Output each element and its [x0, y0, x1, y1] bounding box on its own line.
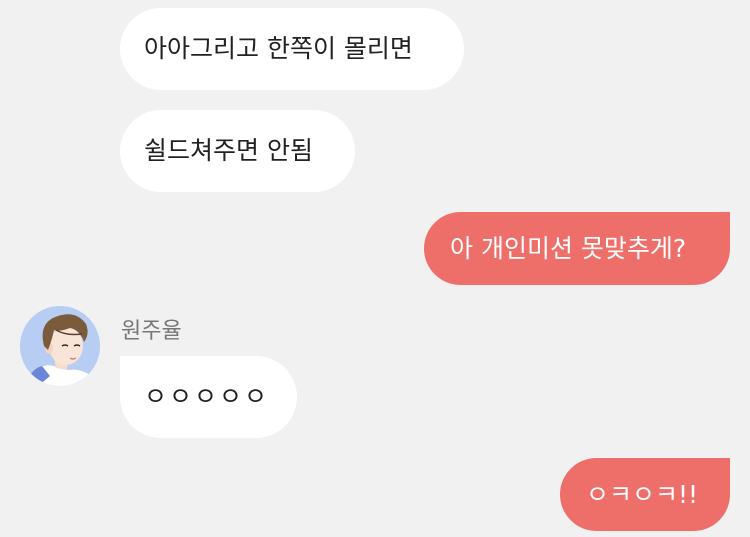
- message-text: 쉴드쳐주면 안됨: [144, 136, 313, 165]
- boy-avatar-icon[interactable]: [20, 306, 100, 386]
- message-bubble-outgoing[interactable]: 아 개인미션 못맞추게?: [424, 212, 730, 285]
- message-text: 아아그리고 한쪽이 몰리면: [144, 34, 413, 63]
- message-text: ㅇㅋㅇㅋ!!: [586, 480, 699, 509]
- avatar-illustration: [20, 306, 100, 386]
- message-bubble-outgoing[interactable]: ㅇㅋㅇㅋ!!: [560, 458, 730, 531]
- message-text: 아 개인미션 못맞추게?: [450, 234, 687, 263]
- message-bubble-incoming[interactable]: 쉴드쳐주면 안됨: [120, 110, 355, 192]
- sender-name: 원주율: [121, 319, 182, 344]
- message-bubble-incoming[interactable]: 아아그리고 한쪽이 몰리면: [120, 8, 464, 90]
- message-text: ㅇㅇㅇㅇㅇ: [144, 382, 270, 411]
- message-bubble-incoming[interactable]: ㅇㅇㅇㅇㅇ: [120, 356, 297, 438]
